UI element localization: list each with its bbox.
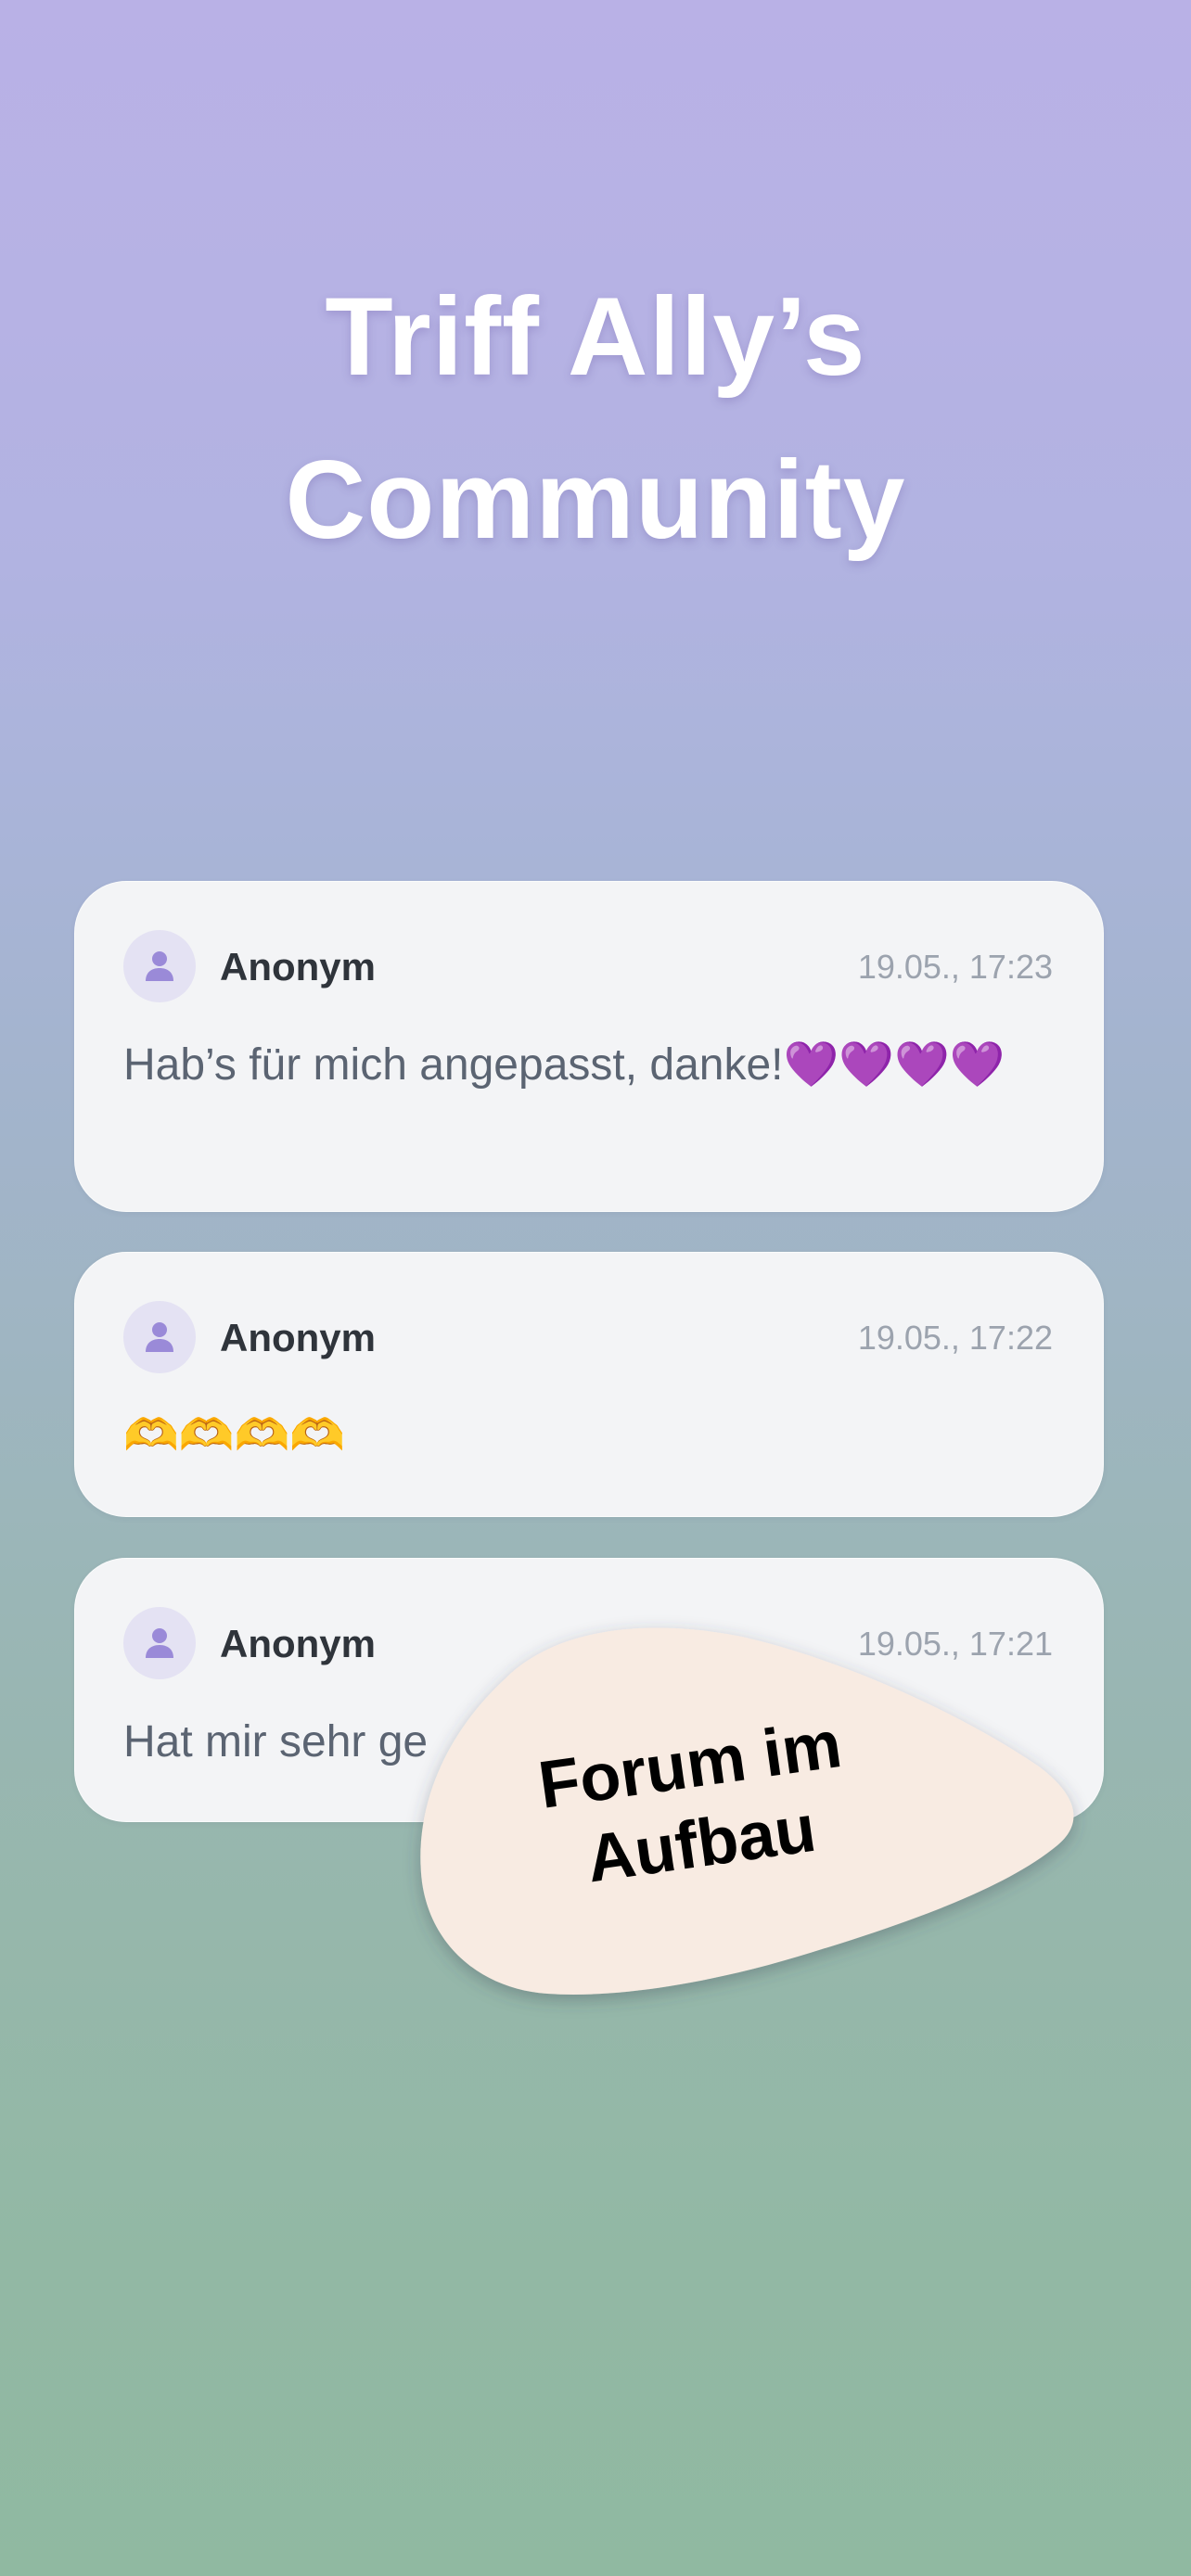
- page-title-line-1: Triff Ally’s: [325, 274, 866, 400]
- post-text: Hat mir sehr ge: [123, 1717, 429, 1766]
- post-author: Anonym: [220, 1622, 376, 1665]
- post-author: Anonym: [220, 945, 376, 988]
- community-screen: Triff Ally’s Community Anonym 19.05., 17…: [0, 0, 1191, 2576]
- page-title: Triff Ally’s Community: [0, 255, 1191, 581]
- post-timestamp: 19.05., 17:23: [857, 948, 1053, 986]
- person-icon: [146, 951, 173, 981]
- person-icon: [146, 1322, 173, 1352]
- forum-post[interactable]: Anonym 19.05., 17:22 🫶🫶🫶🫶: [74, 1252, 1104, 1517]
- forum-post[interactable]: Anonym 19.05., 17:23 Hab’s für mich ange…: [74, 881, 1104, 1212]
- avatar: [123, 930, 196, 1002]
- person-icon: [146, 1628, 173, 1658]
- page-title-line-2: Community: [285, 438, 906, 563]
- avatar: [123, 1301, 196, 1373]
- avatar: [123, 1607, 196, 1679]
- post-message: Hab’s für mich angepasst, danke!💜💜💜💜: [123, 1033, 1060, 1097]
- post-author: Anonym: [220, 1316, 376, 1359]
- post-emoji: 💜💜💜💜: [783, 1039, 1005, 1090]
- post-emoji: 🫶🫶🫶🫶: [123, 1409, 346, 1461]
- post-message: 🫶🫶🫶🫶: [123, 1404, 1060, 1468]
- post-timestamp: 19.05., 17:22: [857, 1319, 1053, 1357]
- under-construction-badge: Forum im Aufbau: [408, 1613, 1085, 2040]
- post-text: Hab’s für mich angepasst, danke!: [123, 1040, 784, 1090]
